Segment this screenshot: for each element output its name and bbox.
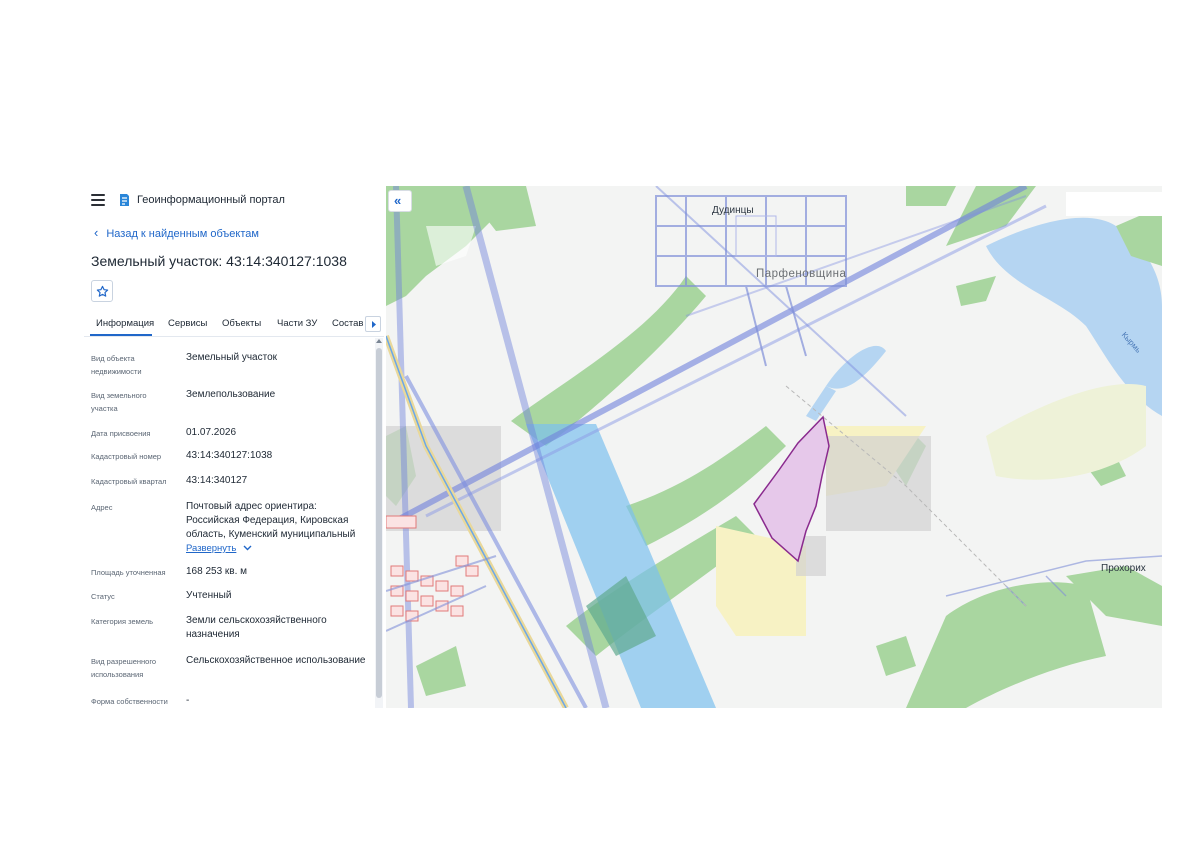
tab-bar: Информация Сервисы Объекты Части ЗУ Сост… <box>84 314 384 337</box>
panel-header: Геоинформационный портал <box>84 186 384 216</box>
property-label: Площадь уточненная <box>91 568 166 577</box>
tab-objects[interactable]: Объекты <box>222 318 261 329</box>
forest-area <box>906 186 956 206</box>
property-label: Статус <box>91 592 115 601</box>
chevron-right-icon <box>372 321 376 328</box>
scrollbar-thumb[interactable] <box>376 348 382 698</box>
back-to-results-link[interactable]: ‹ Назад к найденным объектам <box>94 225 259 240</box>
forest-area <box>626 426 786 546</box>
chevron-down-icon <box>243 545 252 551</box>
building-block <box>735 215 777 257</box>
chevron-left-icon: ‹ <box>94 225 99 240</box>
meadow <box>986 384 1146 480</box>
double-chevron-left-icon: « <box>394 193 402 208</box>
place-label-parfenovshchina: Парфеновщина <box>756 268 847 280</box>
tabs-scroll-right-button[interactable] <box>365 316 381 332</box>
property-value: 01.07.2026 <box>186 427 237 438</box>
property-value: Земли сельскохозяйственного назначения <box>186 615 327 640</box>
property-value: Землепользование <box>186 389 276 400</box>
property-label: Вид земельного участка <box>91 391 147 413</box>
map-search-box[interactable] <box>1066 192 1162 216</box>
back-label: Назад к найденным объектам <box>106 228 259 240</box>
expand-address-link[interactable]: Развернуть <box>186 542 366 556</box>
tab-services[interactable]: Сервисы <box>168 318 207 329</box>
portal-logo-icon[interactable] <box>118 193 131 207</box>
place-label-prokhorikh: Прохорих <box>1101 563 1146 574</box>
active-tab-indicator <box>90 334 152 336</box>
panel-scrollbar[interactable] <box>375 338 383 708</box>
pond <box>826 345 886 389</box>
property-value: Учтенный <box>186 590 232 601</box>
property-label: Кадастровый номер <box>91 452 162 461</box>
info-panel: Геоинформационный портал ‹ Назад к найден… <box>84 186 384 708</box>
property-label: Адрес <box>91 503 113 512</box>
property-label: Категория земель <box>91 617 154 626</box>
place-label-dudintsy: Дудинцы <box>712 205 754 216</box>
scroll-up-arrow-icon[interactable] <box>376 339 382 343</box>
parcels-red <box>386 515 479 622</box>
portal-title[interactable]: Геоинформационный портал <box>137 194 285 206</box>
property-label: Дата присвоения <box>91 429 151 438</box>
property-value: 168 253 кв. м <box>186 566 248 577</box>
expand-label: Развернуть <box>186 543 237 554</box>
forest-area <box>906 582 1106 708</box>
property-label: Вид объекта недвижимости <box>91 354 142 376</box>
property-value: 43:14:340127 <box>186 475 248 486</box>
hamburger-icon[interactable] <box>91 194 105 206</box>
property-value: - <box>186 695 190 706</box>
tab-information[interactable]: Информация <box>96 318 154 329</box>
forest-area <box>511 276 706 446</box>
forest-area <box>416 646 466 696</box>
property-value: Почтовый адрес ориентира: Российская Фед… <box>186 501 356 540</box>
map-view[interactable]: « Дудинцы Парфеновщина Прохорих Кырмь <box>386 186 1162 708</box>
restricted-zone <box>826 436 931 531</box>
page-title: Земельный участок: 43:14:340127:1038 <box>91 253 347 269</box>
forest-area <box>876 636 916 676</box>
collapse-panel-button[interactable]: « <box>388 190 412 212</box>
tab-parts[interactable]: Части ЗУ <box>277 318 317 329</box>
star-icon <box>96 285 109 297</box>
property-value: 43:14:340127:1038 <box>186 450 273 461</box>
property-label: Вид разрешенного использования <box>91 657 157 679</box>
forest-area <box>956 276 996 306</box>
property-value: Земельный участок <box>186 352 278 363</box>
property-value: Сельскохозяйственное использование <box>186 655 366 666</box>
favorite-button[interactable] <box>91 280 113 302</box>
tab-composition[interactable]: Состав <box>332 318 363 329</box>
map-canvas[interactable] <box>386 186 1162 708</box>
property-label: Кадастровый квартал <box>91 477 167 486</box>
property-label: Форма собственности <box>91 697 168 706</box>
